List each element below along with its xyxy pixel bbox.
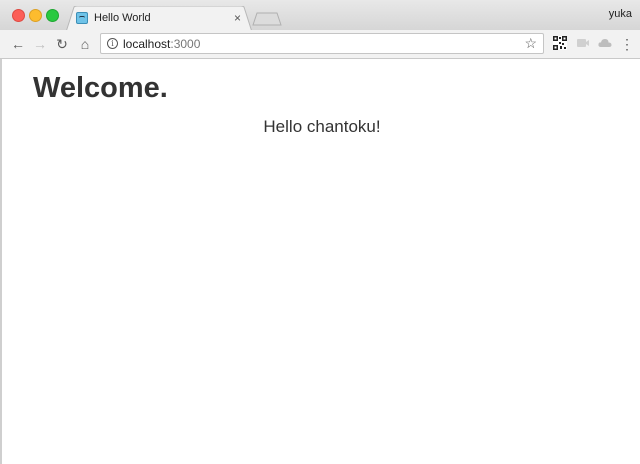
url-port: :3000	[170, 37, 201, 51]
page-heading: Welcome.	[33, 72, 168, 104]
window-maximize-button[interactable]	[46, 9, 59, 22]
toolbar: ← → ↻ ⌂ i localhost:3000 ☆ ⋮	[0, 30, 640, 59]
new-tab-button[interactable]	[252, 12, 282, 26]
tab-close-icon[interactable]: ×	[234, 11, 241, 25]
menu-icon[interactable]: ⋮	[620, 35, 634, 53]
title-bar: Hello World × yuka	[0, 0, 640, 32]
gopher-favicon-icon	[76, 12, 88, 24]
home-icon[interactable]: ⌂	[76, 35, 94, 53]
info-icon[interactable]: i	[107, 38, 118, 49]
bookmark-star-icon[interactable]: ☆	[524, 35, 537, 52]
cloud-extension-icon[interactable]	[598, 36, 612, 50]
browser-window: Hello World × yuka ← → ↻ ⌂ i localhost:3…	[0, 0, 640, 464]
camera-extension-icon[interactable]	[576, 36, 590, 50]
page-content: Welcome. Hello chantoku!	[0, 59, 640, 464]
url-host: localhost	[123, 37, 171, 51]
window-close-button[interactable]	[12, 9, 25, 22]
window-minimize-button[interactable]	[29, 9, 42, 22]
address-bar[interactable]: i localhost:3000 ☆	[100, 33, 544, 54]
tab-title: Hello World	[94, 12, 151, 24]
url-text: localhost:3000	[123, 37, 200, 51]
reload-icon[interactable]: ↻	[53, 35, 71, 53]
profile-name[interactable]: yuka	[609, 8, 632, 20]
browser-tab[interactable]: Hello World ×	[66, 6, 252, 32]
back-arrow-icon[interactable]: ←	[9, 35, 27, 53]
forward-arrow-icon[interactable]: →	[31, 35, 49, 53]
greeting-text: Hello chantoku!	[263, 117, 381, 136]
qr-code-icon[interactable]	[553, 36, 567, 50]
